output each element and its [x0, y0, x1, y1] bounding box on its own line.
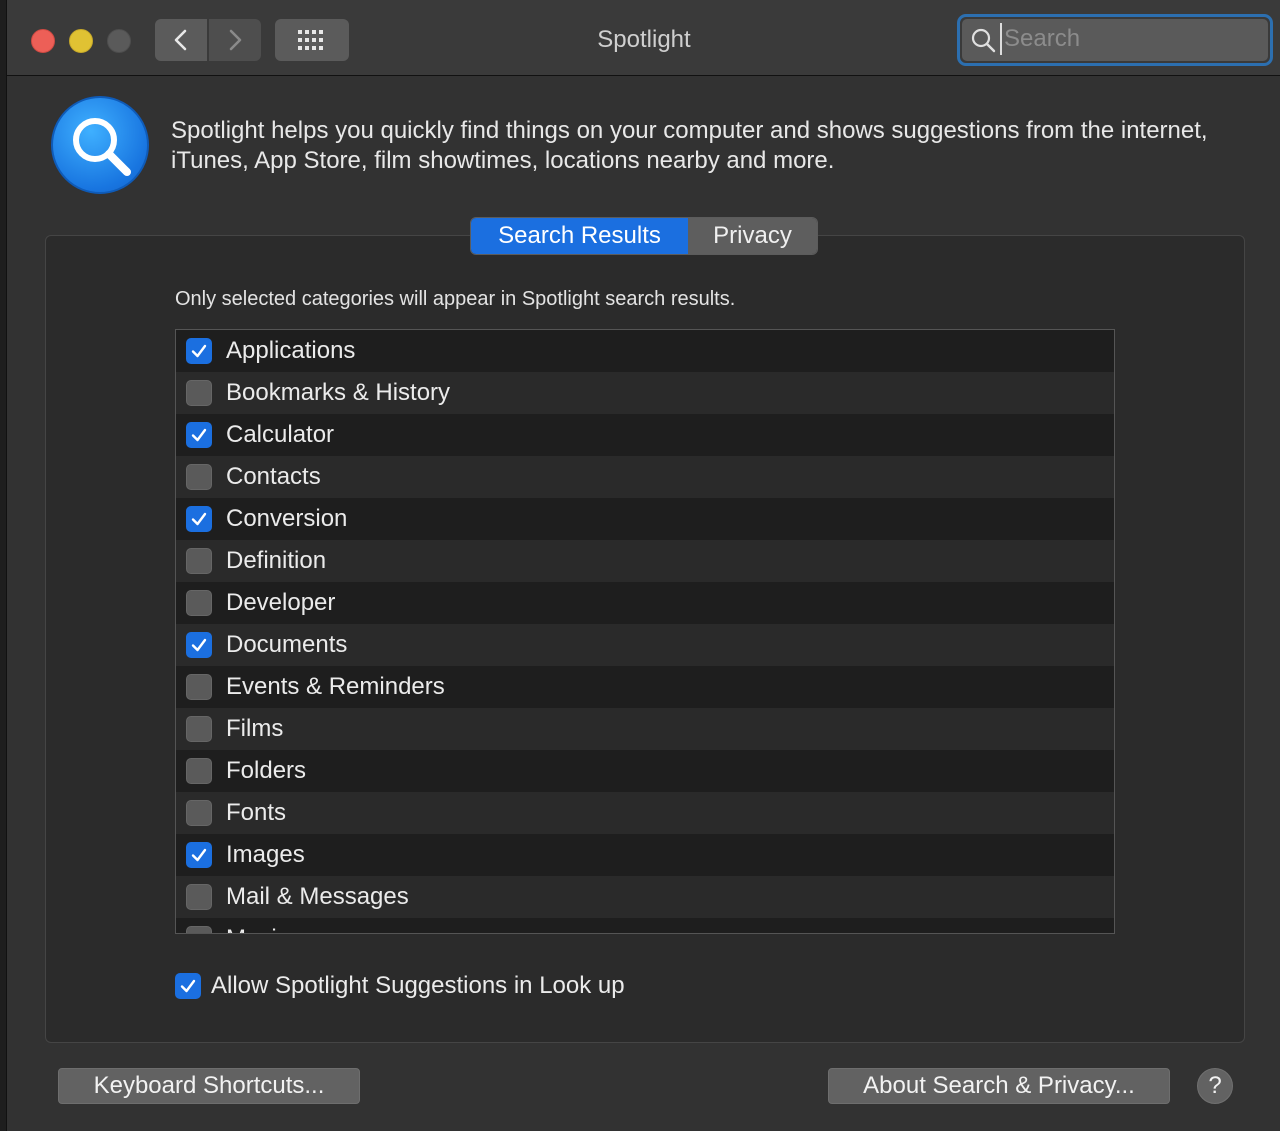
allow-suggestions-label: Allow Spotlight Suggestions in Look up [211, 972, 625, 999]
category-label: Bookmarks & History [226, 379, 451, 406]
category-row[interactable]: Definition [176, 540, 1114, 582]
tab-bar: Search Results Privacy [470, 217, 818, 255]
categories-list[interactable]: Applications Bookmarks & History Calculato… [175, 329, 1115, 934]
category-label: Developer [226, 589, 336, 616]
category-checkbox[interactable] [186, 338, 212, 364]
category-row[interactable]: Conversion [176, 498, 1114, 540]
category-checkbox[interactable] [186, 800, 212, 826]
category-row[interactable]: Events & Reminders [176, 666, 1114, 708]
category-row[interactable]: Developer [176, 582, 1114, 624]
category-checkbox[interactable] [186, 506, 212, 532]
category-checkbox[interactable] [186, 632, 212, 658]
tab-search-results[interactable]: Search Results [471, 218, 688, 254]
close-window-button[interactable] [31, 29, 55, 53]
spotlight-app-icon [51, 96, 149, 194]
about-search-privacy-button[interactable]: About Search & Privacy... [828, 1068, 1170, 1104]
title-bar: Spotlight [7, 0, 1280, 76]
category-checkbox[interactable] [186, 926, 212, 933]
category-row[interactable]: Calculator [176, 414, 1114, 456]
spotlight-description: Spotlight helps you quickly find things … [171, 117, 1208, 174]
category-label: Applications [226, 337, 356, 364]
checkmark-icon [191, 638, 207, 652]
allow-suggestions-checkbox[interactable] [175, 973, 201, 999]
category-label: Conversion [226, 505, 348, 532]
category-label: Documents [226, 631, 348, 658]
category-row[interactable]: Applications [176, 330, 1114, 372]
window-title: Spotlight [597, 26, 691, 53]
search-icon [971, 28, 996, 53]
category-row[interactable]: Fonts [176, 792, 1114, 834]
search-field-focus-ring [957, 14, 1273, 66]
checkmark-icon [191, 428, 207, 442]
checkmark-icon [191, 512, 207, 526]
category-row[interactable]: Contacts [176, 456, 1114, 498]
minimize-window-button[interactable] [69, 29, 93, 53]
preferences-window: Spotlight Spotlight helps you quickly fi… [6, 0, 1280, 1131]
category-checkbox[interactable] [186, 716, 212, 742]
category-checkbox[interactable] [186, 842, 212, 868]
chevron-left-icon [174, 29, 187, 51]
checkmark-icon [191, 344, 207, 358]
search-input[interactable] [1000, 23, 1260, 55]
category-row[interactable]: Images [176, 834, 1114, 876]
grid-icon [298, 30, 323, 50]
category-checkbox[interactable] [186, 380, 212, 406]
forward-button[interactable] [209, 19, 261, 61]
category-label: Mail & Messages [226, 883, 409, 910]
category-label: Images [226, 841, 305, 868]
category-checkbox[interactable] [186, 758, 212, 784]
category-label: Definition [226, 547, 327, 574]
tab-privacy[interactable]: Privacy [688, 218, 817, 254]
checkmark-icon [180, 979, 196, 993]
category-label: Events & Reminders [226, 673, 445, 700]
category-row[interactable]: Music [176, 918, 1114, 933]
zoom-window-button[interactable] [107, 29, 131, 53]
category-checkbox[interactable] [186, 674, 212, 700]
category-label: Contacts [226, 463, 321, 490]
category-checkbox[interactable] [186, 464, 212, 490]
category-row[interactable]: Films [176, 708, 1114, 750]
search-field[interactable] [962, 19, 1268, 61]
categories-hint: Only selected categories will appear in … [175, 288, 736, 310]
category-checkbox[interactable] [186, 590, 212, 616]
checkmark-icon [191, 848, 207, 862]
keyboard-shortcuts-button[interactable]: Keyboard Shortcuts... [58, 1068, 360, 1104]
category-row[interactable]: Documents [176, 624, 1114, 666]
help-button[interactable]: ? [1197, 1068, 1233, 1104]
magnifier-icon [73, 118, 131, 176]
back-button[interactable] [155, 19, 207, 61]
show-all-button[interactable] [275, 19, 349, 61]
category-checkbox[interactable] [186, 422, 212, 448]
category-row[interactable]: Mail & Messages [176, 876, 1114, 918]
category-row[interactable]: Bookmarks & History [176, 372, 1114, 414]
category-label: Fonts [226, 799, 287, 826]
navigation-buttons [155, 19, 261, 61]
category-label: Music [226, 925, 289, 933]
allow-suggestions-option[interactable]: Allow Spotlight Suggestions in Look up [175, 972, 625, 1000]
category-row[interactable]: Folders [176, 750, 1114, 792]
category-checkbox[interactable] [186, 548, 212, 574]
category-label: Calculator [226, 421, 335, 448]
category-checkbox[interactable] [186, 884, 212, 910]
chevron-right-icon [229, 29, 242, 51]
category-label: Films [226, 715, 284, 742]
category-label: Folders [226, 757, 307, 784]
